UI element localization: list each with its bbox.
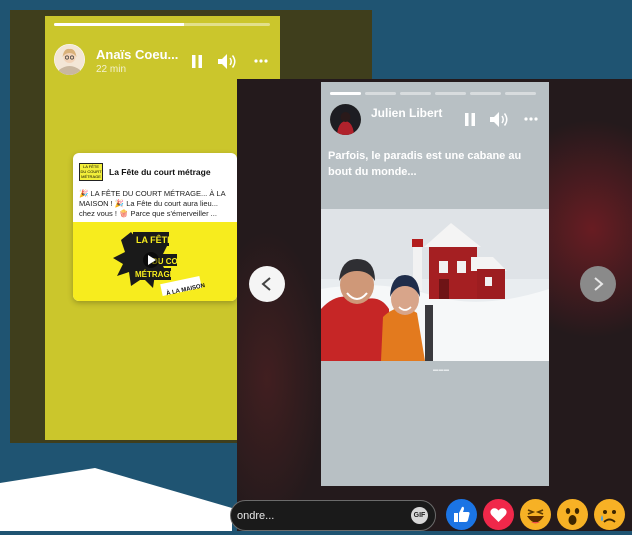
like-reaction-button[interactable]	[446, 499, 477, 530]
poster-line-1: LA FÊTE	[136, 234, 173, 245]
page-logo: LA FÊTE DU COURT MÉTRAGE	[79, 163, 103, 181]
volume-icon[interactable]	[217, 52, 237, 70]
shared-post-text: 🎉 LA FÊTE DU COURT MÉTRAGE... À LA MAISO…	[79, 189, 226, 218]
sad-reaction-button[interactable]	[594, 499, 625, 530]
wow-reaction-button[interactable]	[557, 499, 588, 530]
chevron-right-icon	[594, 277, 604, 291]
poster-line-3: MÉTRAGE	[135, 270, 176, 279]
shared-post-card[interactable]: LA FÊTE DU COURT MÉTRAGE La Fête du cour…	[73, 153, 237, 301]
progress-segment	[400, 92, 431, 95]
photo-watermark: ▬▬▬	[433, 367, 450, 373]
haha-reaction-button[interactable]	[520, 499, 551, 530]
love-reaction-button[interactable]	[483, 499, 514, 530]
more-options-icon[interactable]	[253, 54, 269, 68]
more-options-icon[interactable]	[523, 112, 539, 126]
shared-post-image[interactable]: LA FÊTE DU COURT MÉTRAGE À LA MAISON	[73, 222, 237, 301]
love-icon	[490, 508, 507, 522]
progress-segment	[365, 92, 396, 95]
play-icon[interactable]	[143, 252, 159, 268]
progress-segment	[330, 92, 361, 95]
gif-button[interactable]: GIF	[411, 507, 428, 524]
story-photo[interactable]	[321, 209, 549, 361]
story-caption: Parfois, le paradis est une cabane au bo…	[328, 150, 522, 178]
author-name[interactable]: Julien Libert	[371, 106, 442, 120]
volume-icon[interactable]	[489, 110, 509, 128]
wow-icon	[565, 508, 580, 525]
chevron-left-icon	[261, 277, 271, 291]
sad-icon	[601, 510, 616, 523]
shared-post-page-title[interactable]: La Fête du court métrage	[109, 167, 211, 177]
post-time: 22 min	[96, 64, 127, 75]
next-story-button[interactable]	[580, 266, 616, 302]
pause-icon[interactable]	[463, 112, 477, 126]
pause-icon[interactable]	[190, 54, 204, 68]
like-icon	[454, 506, 470, 522]
reply-input[interactable]: ondre... GIF	[230, 500, 436, 531]
story-b-progress	[330, 92, 540, 95]
avatar[interactable]	[54, 44, 85, 75]
progress-segment	[54, 23, 270, 26]
progress-segment	[470, 92, 501, 95]
progress-segment	[505, 92, 536, 95]
progress-segment	[435, 92, 466, 95]
haha-icon	[527, 509, 544, 524]
reply-placeholder: ondre...	[237, 510, 275, 522]
story-a-progress	[54, 23, 270, 26]
previous-story-button[interactable]	[249, 266, 285, 302]
story-card-julien[interactable]: Julien Libert Parfois, le paradis est un…	[237, 79, 632, 531]
story-b-panel: Julien Libert Parfois, le paradis est un…	[321, 82, 549, 486]
author-name[interactable]: Anaïs Coeu...	[96, 47, 178, 62]
avatar[interactable]	[330, 104, 361, 135]
